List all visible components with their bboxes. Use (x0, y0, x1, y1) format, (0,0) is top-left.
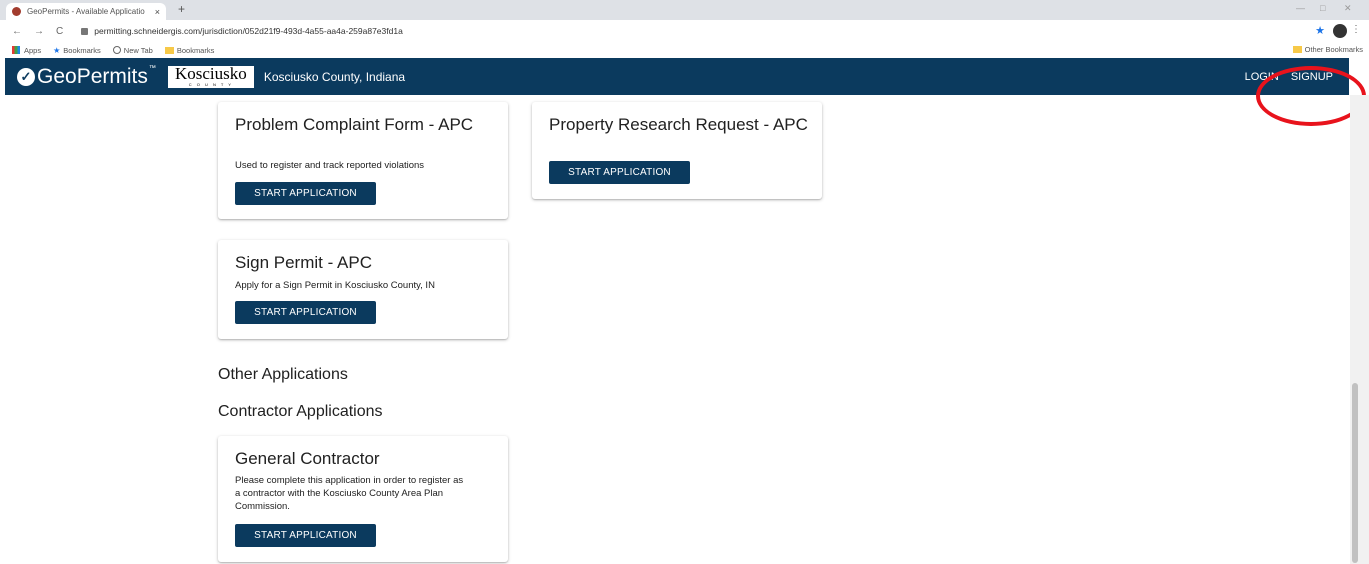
county-name: Kosciusko County, Indiana (263, 69, 406, 84)
apps-icon (12, 46, 20, 54)
close-icon[interactable]: × (155, 7, 160, 17)
card-title: Sign Permit - APC (235, 253, 372, 272)
favicon-icon (12, 7, 21, 16)
card-title: General Contractor (235, 449, 380, 468)
bookmark-new-tab[interactable]: New Tab (112, 46, 153, 55)
browser-tab[interactable]: GeoPermits - Available Applicatio × (6, 3, 166, 20)
folder-icon (164, 46, 174, 54)
menu-icon[interactable]: ⋮ (1351, 24, 1361, 35)
browser-tab-bar: GeoPermits - Available Applicatio × + — … (0, 0, 1369, 20)
card-description: Apply for a Sign Permit in Kosciusko Cou… (235, 280, 435, 291)
minimize-icon[interactable]: — (1296, 3, 1305, 13)
tab-title: GeoPermits - Available Applicatio (27, 7, 145, 16)
new-tab-button[interactable]: + (178, 2, 185, 16)
application-card: Sign Permit - APC Apply for a Sign Permi… (218, 240, 508, 339)
card-title: Problem Complaint Form - APC (235, 115, 474, 134)
start-application-button[interactable]: START APPLICATION (549, 161, 690, 184)
bookmarks-bar: Apps ★ Bookmarks New Tab Bookmarks Other … (0, 42, 1369, 58)
bookmark-apps[interactable]: Apps (12, 46, 41, 55)
forward-icon[interactable]: → (34, 26, 44, 37)
star-icon: ★ (53, 45, 61, 55)
card-description: Used to register and track reported viol… (235, 160, 425, 171)
bookmark-star-icon[interactable]: ★ (1315, 24, 1325, 37)
bookmark-folder[interactable]: Bookmarks (164, 46, 214, 55)
section-heading-other: Other Applications (218, 366, 348, 383)
page: GeoPermits - Available Applicatio × + — … (0, 0, 1369, 564)
geopermits-logo-icon[interactable]: ✓ (17, 67, 35, 86)
section-heading-contractor: Contractor Applications (218, 403, 383, 420)
bookmark-bookmarks[interactable]: ★ Bookmarks (53, 46, 101, 55)
lock-icon (81, 27, 89, 35)
scrollbar-thumb[interactable] (1352, 383, 1358, 563)
card-description: Please complete this application in orde… (235, 475, 464, 512)
folder-icon (1292, 46, 1302, 53)
application-card: General Contractor Please complete this … (218, 436, 508, 562)
application-card: Property Research Request - APC START AP… (532, 102, 822, 199)
brand-name[interactable]: GeoPermits™ (37, 65, 156, 89)
app-header: ✓ GeoPermits™ Kosciusko C O U N T Y Kosc… (5, 58, 1349, 95)
avatar[interactable] (1333, 24, 1347, 38)
reload-icon[interactable]: C (56, 26, 63, 37)
start-application-button[interactable]: START APPLICATION (235, 524, 376, 547)
application-card: Problem Complaint Form - APC Used to reg… (218, 102, 508, 219)
county-logo: Kosciusko C O U N T Y (167, 65, 254, 88)
other-bookmarks[interactable]: Other Bookmarks (1292, 45, 1363, 54)
window-close-icon[interactable]: ✕ (1344, 3, 1352, 14)
maximize-icon[interactable]: □ (1320, 3, 1325, 13)
start-application-button[interactable]: START APPLICATION (235, 301, 376, 324)
card-title: Property Research Request - APC (549, 115, 808, 134)
back-icon[interactable]: ← (12, 26, 22, 37)
url-field[interactable]: permitting.schneidergis.com/jurisdiction… (94, 26, 403, 36)
globe-icon (112, 46, 121, 54)
start-application-button[interactable]: START APPLICATION (235, 182, 376, 205)
address-bar: ← → C permitting.schneidergis.com/jurisd… (0, 20, 1369, 42)
